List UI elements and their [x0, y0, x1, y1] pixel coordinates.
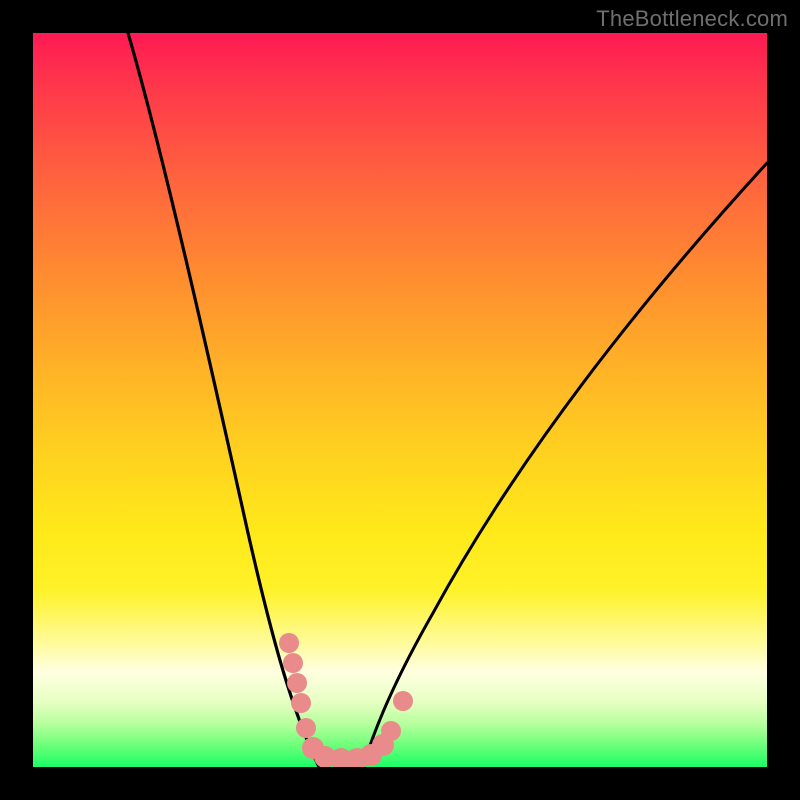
marker-group — [279, 633, 413, 767]
marker — [291, 693, 311, 713]
right-curve — [363, 163, 767, 767]
marker — [283, 653, 303, 673]
outer-frame: TheBottleneck.com — [0, 0, 800, 800]
marker — [393, 691, 413, 711]
marker — [381, 721, 401, 741]
curve-layer — [33, 33, 767, 767]
marker — [279, 633, 299, 653]
plot-area — [33, 33, 767, 767]
watermark-text: TheBottleneck.com — [596, 6, 788, 32]
marker — [296, 718, 316, 738]
marker — [287, 673, 307, 693]
